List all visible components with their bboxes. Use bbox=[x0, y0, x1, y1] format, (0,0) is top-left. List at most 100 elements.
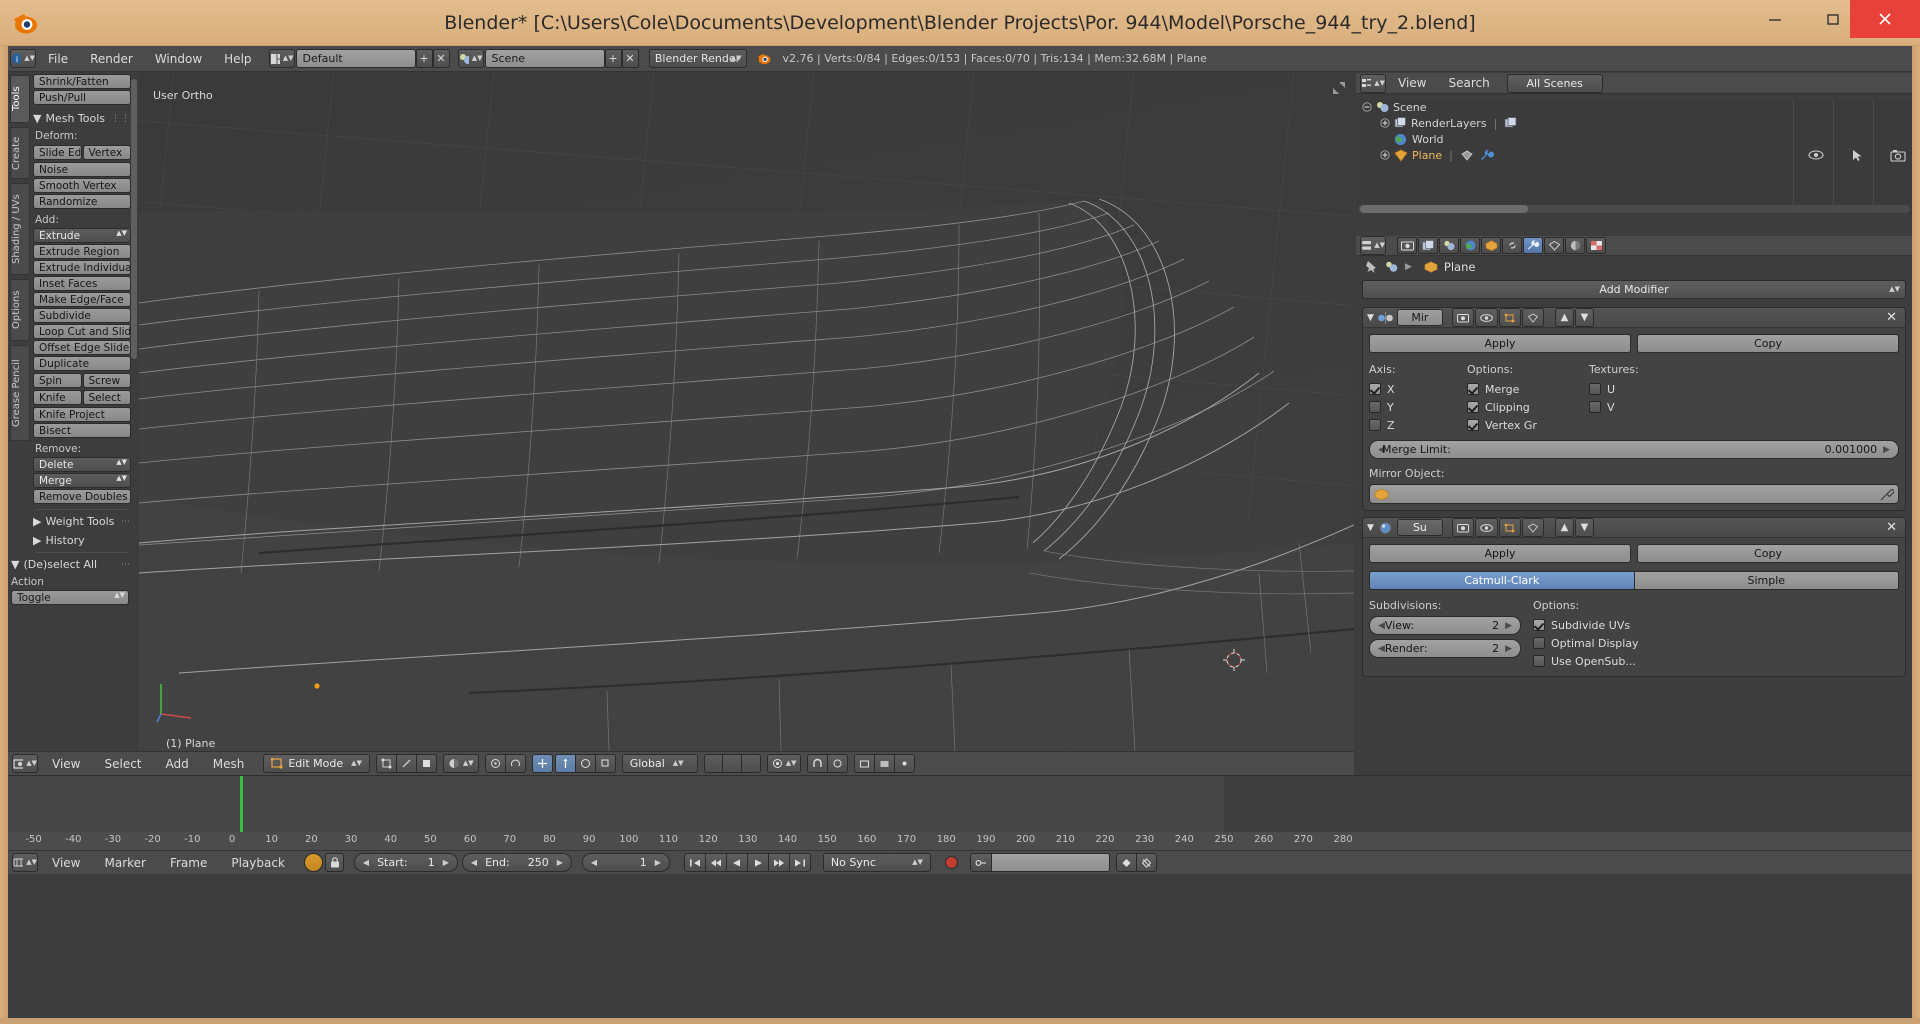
properties-tab-render-layers[interactable] bbox=[1418, 237, 1438, 254]
outliner-tree[interactable]: Scene RenderLayers | World Plane | bbox=[1356, 99, 1912, 215]
layer-button-3[interactable] bbox=[741, 754, 761, 773]
mirror-clipping-checkbox[interactable] bbox=[1467, 401, 1479, 413]
jump-to-end-button[interactable] bbox=[789, 853, 811, 872]
properties-tab-material[interactable] bbox=[1565, 237, 1585, 254]
snap-magnet-button[interactable] bbox=[807, 754, 829, 773]
editor-type-timeline-icon[interactable]: ▲▼ bbox=[12, 853, 38, 872]
auto-keyframe-button[interactable] bbox=[944, 856, 958, 869]
next-keyframe-button[interactable] bbox=[768, 853, 790, 872]
selectability-cursor-icon[interactable] bbox=[1852, 149, 1864, 162]
mirror-edit-mode-toggle[interactable] bbox=[1498, 308, 1521, 327]
tool-knife-select[interactable]: Select bbox=[82, 390, 131, 405]
breadcrumb-scene-icon[interactable] bbox=[1385, 261, 1399, 273]
subsurf-delete-button[interactable]: ✕ bbox=[1886, 520, 1897, 535]
lock-time-button[interactable] bbox=[324, 853, 344, 872]
subsurf-simple-button[interactable]: Simple bbox=[1634, 571, 1899, 590]
tool-bisect[interactable]: Bisect bbox=[33, 423, 131, 438]
subsurf-move-down-button[interactable]: ▼ bbox=[1574, 518, 1594, 537]
mirror-axis-y[interactable]: Y bbox=[1369, 398, 1457, 416]
panel-deselect-all-header[interactable]: ▼ (De)select All ⋯ bbox=[11, 558, 131, 571]
mirror-apply-button[interactable]: Apply bbox=[1369, 334, 1631, 353]
previous-keyframe-button[interactable] bbox=[705, 853, 727, 872]
tool-smooth-vertex[interactable]: Smooth Vertex bbox=[33, 178, 131, 193]
end-left-arrow-icon[interactable]: ◀ bbox=[471, 858, 477, 867]
tab-create[interactable]: Create bbox=[10, 127, 30, 179]
properties-tab-modifiers[interactable] bbox=[1523, 237, 1543, 254]
menu-window[interactable]: Window bbox=[144, 47, 213, 71]
merge-limit-right-arrow-icon[interactable]: ▶ bbox=[1883, 445, 1890, 455]
interaction-mode-select[interactable]: Edit Mode ▲▼ bbox=[263, 754, 370, 773]
viewport-menu-add[interactable]: Add bbox=[155, 752, 200, 776]
mirror-axis-x-checkbox[interactable] bbox=[1369, 383, 1381, 395]
outliner-row-scene[interactable]: Scene bbox=[1356, 99, 1912, 115]
scene-remove-button[interactable]: ✕ bbox=[621, 49, 639, 68]
mirror-move-down-button[interactable]: ▼ bbox=[1574, 308, 1594, 327]
expander-expand-plane-icon[interactable] bbox=[1380, 150, 1390, 160]
outliner-display-mode-select[interactable]: All Scenes bbox=[1506, 73, 1603, 93]
screen-layout-field[interactable]: Default bbox=[295, 49, 416, 68]
tool-inset-faces[interactable]: Inset Faces bbox=[33, 276, 131, 291]
align-rotation-button[interactable] bbox=[505, 754, 526, 773]
tool-delete-dropdown[interactable]: Delete ▲▼ bbox=[33, 457, 131, 472]
subdivide-uvs-checkbox[interactable] bbox=[1533, 619, 1545, 631]
panel-mesh-tools-header[interactable]: ▼ Mesh Tools ⋮⋮ bbox=[33, 112, 131, 125]
outliner-row-renderlayers[interactable]: RenderLayers | bbox=[1356, 115, 1912, 131]
tool-noise[interactable]: Noise bbox=[33, 162, 131, 177]
subsurf-view-field[interactable]: ◀ View: 2 ▶ bbox=[1369, 616, 1521, 635]
select-mode-edge-button[interactable] bbox=[396, 754, 417, 773]
mirror-collapse-triangle-icon[interactable]: ▼ bbox=[1367, 313, 1374, 323]
editor-type-outliner-icon[interactable]: ▲▼ bbox=[1360, 73, 1386, 93]
properties-tab-constraints[interactable] bbox=[1502, 237, 1522, 254]
properties-tab-render[interactable] bbox=[1397, 237, 1417, 254]
current-frame-field[interactable]: ◀ 1 ▶ bbox=[581, 853, 670, 872]
viewport-expand-arrow-icon[interactable] bbox=[1332, 81, 1348, 97]
mirror-axis-y-checkbox[interactable] bbox=[1369, 401, 1381, 413]
tool-extrude-region[interactable]: Extrude Region bbox=[33, 244, 131, 259]
viewport-menu-select[interactable]: Select bbox=[93, 752, 152, 776]
scene-browse-icon[interactable]: ▲▼ bbox=[457, 49, 484, 68]
snap-target-button[interactable] bbox=[828, 754, 849, 773]
tool-randomize[interactable]: Randomize bbox=[33, 194, 131, 209]
outliner-menu-search[interactable]: Search bbox=[1437, 71, 1500, 95]
render-engine-select[interactable]: Blender Render ▲▼ bbox=[648, 49, 747, 68]
subsurf-render-field[interactable]: ◀ Render: 2 ▶ bbox=[1369, 639, 1521, 658]
delete-keyframe-button[interactable] bbox=[1136, 853, 1157, 872]
subsurf-render-left-arrow-icon[interactable]: ◀ bbox=[1378, 644, 1385, 654]
mirror-merge-checkbox[interactable] bbox=[1467, 383, 1479, 395]
mirror-v-checkbox[interactable] bbox=[1589, 401, 1601, 413]
timeline-playhead[interactable] bbox=[240, 776, 243, 832]
tool-extrude-dropdown[interactable]: Extrude ▲▼ bbox=[33, 228, 131, 243]
tool-spin[interactable]: Spin bbox=[33, 373, 82, 388]
viewport-menu-mesh[interactable]: Mesh bbox=[202, 752, 256, 776]
occlude-geometry-button[interactable] bbox=[854, 754, 876, 773]
tool-knife-project[interactable]: Knife Project bbox=[33, 407, 131, 422]
mirror-object-field[interactable] bbox=[1369, 484, 1899, 504]
editor-type-properties-icon[interactable]: ▲▼ bbox=[1360, 236, 1386, 255]
subsurf-apply-button[interactable]: Apply bbox=[1369, 544, 1631, 563]
outliner-scroll-thumb[interactable] bbox=[1360, 205, 1528, 213]
editor-type-info-icon[interactable]: i ▲▼ bbox=[10, 49, 36, 68]
mirror-name-field[interactable]: Mir bbox=[1396, 309, 1443, 326]
layer-button-2[interactable] bbox=[722, 754, 742, 773]
start-left-arrow-icon[interactable]: ◀ bbox=[363, 858, 369, 867]
outliner-horizontal-scrollbar[interactable] bbox=[1358, 205, 1910, 213]
tool-vertex-slide[interactable]: Vertex bbox=[82, 145, 131, 160]
mirror-axis-x[interactable]: X bbox=[1369, 380, 1457, 398]
timeline-menu-playback[interactable]: Playback bbox=[220, 851, 296, 875]
proportional-edit-button[interactable]: ▲▼ bbox=[766, 754, 802, 773]
window-close-button[interactable] bbox=[1850, 0, 1920, 38]
mirror-option-merge[interactable]: Merge bbox=[1467, 380, 1579, 398]
mirror-object-eyedropper-icon[interactable] bbox=[1880, 488, 1894, 501]
subsurf-name-field[interactable]: Su bbox=[1396, 519, 1443, 536]
mirror-texture-u[interactable]: U bbox=[1589, 380, 1677, 398]
screen-layout-remove-button[interactable]: ✕ bbox=[432, 49, 450, 68]
tool-knife[interactable]: Knife bbox=[33, 390, 82, 405]
mirror-u-checkbox[interactable] bbox=[1589, 383, 1601, 395]
viewport-shading-button[interactable]: ▲▼ bbox=[442, 754, 479, 773]
visibility-eye-icon[interactable] bbox=[1808, 149, 1824, 161]
tab-grease-pencil[interactable]: Grease Pencil bbox=[10, 345, 30, 441]
timeline-menu-view[interactable]: View bbox=[41, 851, 91, 875]
face-dots-button[interactable] bbox=[895, 754, 916, 773]
pin-icon[interactable] bbox=[1364, 260, 1379, 274]
editor-type-3dview-icon[interactable]: ▲▼ bbox=[12, 754, 38, 773]
